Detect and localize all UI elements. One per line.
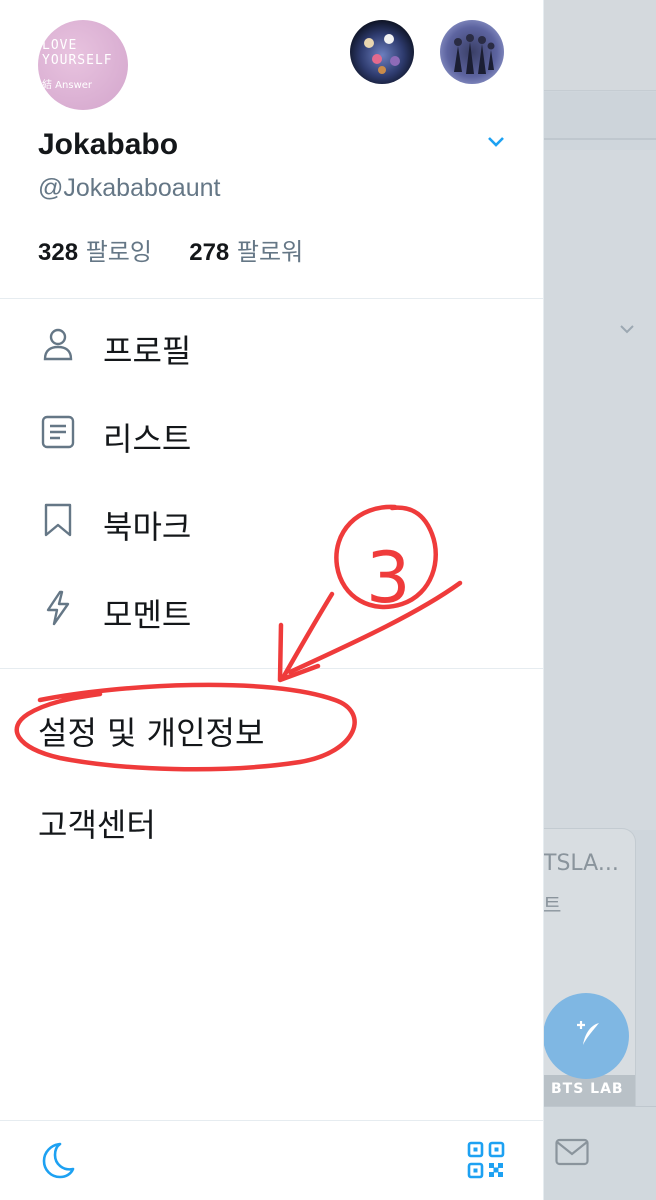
- menu-item-moments[interactable]: 모멘트: [0, 568, 543, 648]
- menu-item-bookmarks[interactable]: 북마크: [0, 480, 543, 560]
- followers-link[interactable]: 278 팔로워: [189, 238, 303, 266]
- menu-item-label: 리스트: [103, 420, 192, 458]
- list-icon: [41, 415, 75, 449]
- following-count: 328: [38, 239, 79, 266]
- avatar-text-line3: 結 Answer: [42, 80, 93, 91]
- background-tab-strip: [543, 92, 656, 140]
- person-icon: [43, 328, 73, 361]
- divider: [0, 298, 543, 299]
- avatar[interactable]: LOVE YOURSELF 結 Answer: [38, 20, 128, 110]
- divider: [0, 1120, 543, 1121]
- qr-code-icon[interactable]: [466, 1140, 506, 1180]
- menu-item-lists[interactable]: 리스트: [0, 392, 543, 472]
- divider: [0, 668, 543, 669]
- background-card-image-text: BTS LAB: [551, 1081, 624, 1097]
- profile-handle: @Jokababoaunt: [38, 174, 221, 202]
- lightning-icon: [46, 590, 70, 626]
- bookmark-icon: [44, 503, 72, 537]
- other-account-avatar-1[interactable]: [350, 20, 414, 84]
- background-header: [543, 0, 656, 91]
- background-card-title: TSLA...: [543, 851, 619, 876]
- avatar-text-line1: LOVE: [42, 38, 78, 53]
- chevron-down-icon[interactable]: [486, 134, 506, 150]
- menu-item-label: 모멘트: [103, 596, 192, 634]
- following-link[interactable]: 328 팔로잉: [38, 238, 152, 266]
- group-photo-icon: [454, 34, 495, 74]
- menu-item-label: 북마크: [103, 508, 192, 546]
- navigation-drawer: LOVE YOURSELF 結 Answer Jokababo @Jokabab…: [0, 0, 544, 1200]
- menu-item-help-center[interactable]: 고객센터: [38, 800, 156, 846]
- follow-stats: 328 팔로잉 278 팔로워: [38, 232, 303, 267]
- moon-icon[interactable]: [38, 1140, 78, 1180]
- background-tweet: [543, 150, 656, 830]
- profile-name[interactable]: Jokababo: [38, 128, 178, 162]
- other-account-avatar-2[interactable]: [440, 20, 504, 84]
- chevron-down-icon: [620, 325, 634, 334]
- compose-tweet-button: [543, 993, 629, 1079]
- background-card-subtitle: 트: [543, 893, 562, 917]
- menu-item-label: 프로필: [103, 332, 192, 370]
- avatar-text-line2: YOURSELF: [42, 53, 113, 68]
- followers-count: 278: [189, 239, 230, 266]
- background-bottom-nav: [543, 1106, 656, 1200]
- menu-item-settings-privacy[interactable]: 설정 및 개인정보: [38, 708, 264, 754]
- followers-label: 팔로워: [236, 238, 304, 266]
- following-label: 팔로잉: [85, 238, 152, 266]
- menu-item-profile[interactable]: 프로필: [0, 304, 543, 384]
- feather-plus-icon: [577, 1021, 599, 1045]
- mail-icon: [555, 1138, 589, 1166]
- background-timeline: TSLA... 트 BTS LAB: [543, 0, 656, 1200]
